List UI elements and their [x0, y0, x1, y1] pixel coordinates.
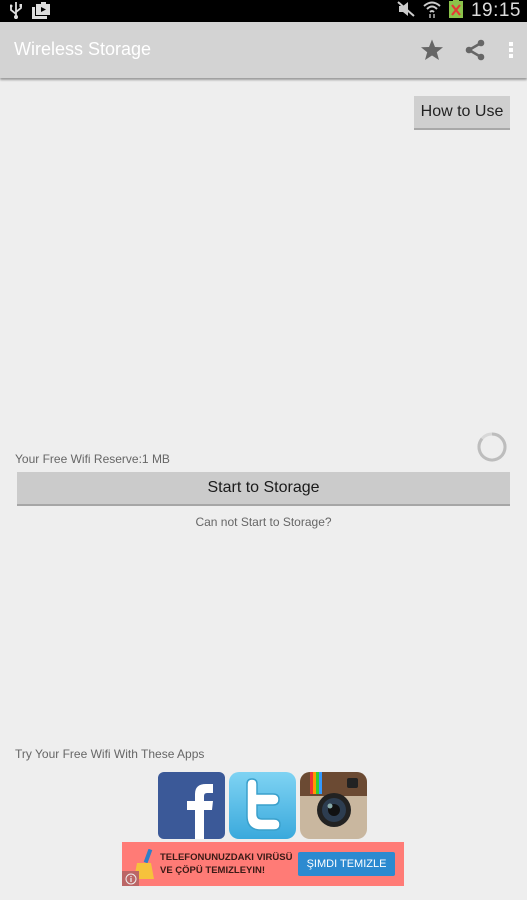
screenshot-icon: [32, 2, 50, 24]
status-time: 19:15: [470, 0, 521, 21]
ad-banner[interactable]: TELEFONUNUZDAKI VIRÜSÜ VE ÇÖPÜ TEMIZLEYI…: [122, 842, 404, 886]
action-bar: Wireless Storage: [0, 22, 527, 78]
share-button[interactable]: [461, 36, 489, 64]
info-icon: [125, 873, 136, 884]
more-vert-icon: [509, 42, 513, 58]
usb-icon: [9, 2, 23, 24]
app-icons-row: [158, 772, 367, 839]
ad-cta-button[interactable]: ŞIMDI TEMIZLE: [298, 852, 395, 876]
instagram-icon: [300, 772, 367, 827]
battery-icon: [448, 0, 463, 23]
ad-text-line2: VE ÇÖPÜ TEMIZLEYIN!: [160, 865, 266, 876]
wifi-reserve-text: Your Free Wifi Reserve:1 MB: [15, 452, 170, 466]
share-icon: [465, 39, 485, 61]
ad-info-button[interactable]: [122, 871, 139, 886]
start-to-storage-button[interactable]: Start to Storage: [17, 472, 510, 506]
star-icon: [421, 39, 443, 60]
overflow-menu-button[interactable]: [497, 36, 525, 64]
app-title: Wireless Storage: [14, 39, 152, 59]
facebook-app-button[interactable]: [158, 772, 225, 839]
ad-text-line1: TELEFONUNUZDAKI VIRÜSÜ: [160, 852, 293, 863]
instagram-app-button[interactable]: [300, 772, 367, 839]
twitter-app-button[interactable]: [229, 772, 296, 839]
status-bar: 19:15: [0, 0, 527, 22]
ad-text: TELEFONUNUZDAKI VIRÜSÜ VE ÇÖPÜ TEMIZLEYI…: [160, 851, 292, 877]
wifi-icon: [423, 0, 441, 23]
facebook-icon: [187, 784, 213, 839]
how-to-use-button[interactable]: How to Use: [414, 96, 510, 130]
cannot-start-link[interactable]: Can not Start to Storage?: [0, 515, 527, 529]
twitter-icon: [246, 778, 281, 831]
favorite-button[interactable]: [418, 36, 446, 64]
try-apps-text: Try Your Free Wifi With These Apps: [15, 747, 205, 761]
mute-icon: [397, 0, 415, 22]
loading-spinner-icon: [477, 432, 507, 462]
